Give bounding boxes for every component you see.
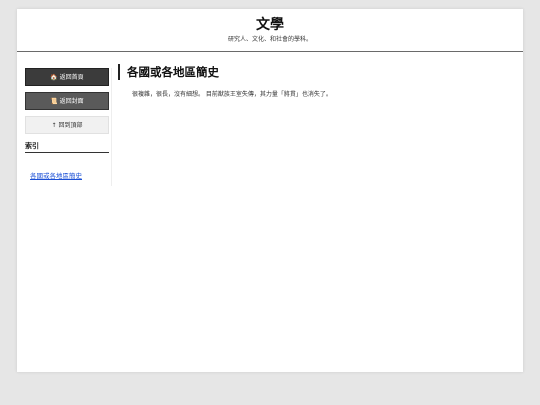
- cover-button-label: 📜 返回封面: [50, 98, 84, 105]
- site-title: 文學: [256, 17, 284, 33]
- home-button[interactable]: 🏠 返回首頁: [25, 68, 109, 86]
- back-to-top-label: ↑ 回到頂部: [51, 122, 83, 129]
- cover-button[interactable]: 📜 返回封面: [25, 92, 109, 110]
- sidebar: 🏠 返回首頁 📜 返回封面 ↑ 回到頂部 索引 各國或各地區簡史: [25, 68, 112, 186]
- article-body: 很複雜，很長，沒有細想。 目前猷族王室失傳，其力量「將貫」也消失了。: [132, 91, 332, 98]
- back-to-top-button[interactable]: ↑ 回到頂部: [25, 116, 109, 134]
- home-button-label: 🏠 返回首頁: [50, 74, 84, 81]
- index-link-history[interactable]: 各國或各地區簡史: [30, 172, 82, 181]
- page-container: 文學 研究人、文化、和社會的學科。 🏠 返回首頁 📜 返回封面 ↑ 回到頂部 索…: [17, 9, 523, 372]
- article-title: 各國或各地區簡史: [118, 64, 219, 80]
- site-header: 文學 研究人、文化、和社會的學科。: [17, 9, 523, 52]
- index-heading: 索引: [25, 141, 109, 153]
- site-subtitle: 研究人、文化、和社會的學科。: [227, 36, 312, 43]
